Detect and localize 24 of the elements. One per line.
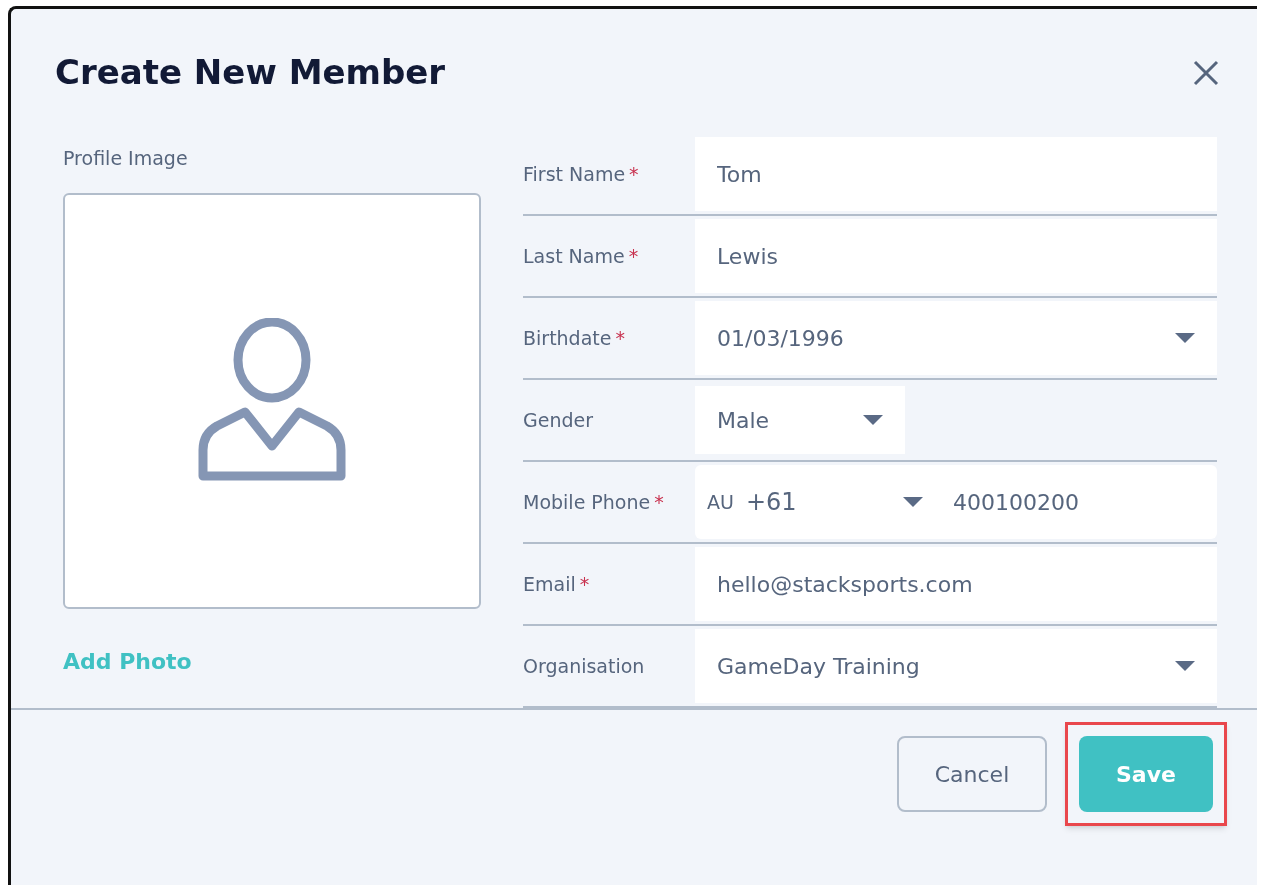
- caret-icon: [1175, 333, 1195, 343]
- profile-image-label: Profile Image: [63, 146, 189, 171]
- select-field[interactable]: Male: [695, 386, 905, 454]
- select-field[interactable]: GameDay Training: [695, 629, 1217, 703]
- caret-icon: [903, 497, 923, 507]
- field-label: First Name *: [523, 162, 640, 187]
- field-label: Email *: [523, 572, 591, 597]
- close-icon[interactable]: [1193, 59, 1219, 86]
- text-field[interactable]: Tom: [695, 137, 1217, 211]
- country-code-select[interactable]: AU +61: [695, 465, 935, 539]
- field-label: Organisation: [523, 654, 646, 679]
- text-field[interactable]: Lewis: [695, 219, 1217, 293]
- field-label: Last Name *: [523, 244, 640, 269]
- field-label: Mobile Phone *: [523, 490, 665, 515]
- cancel-button[interactable]: Cancel: [897, 736, 1047, 812]
- text-field[interactable]: hello@stacksports.com: [695, 547, 1217, 621]
- field-label: Birthdate *: [523, 326, 626, 351]
- phone-field[interactable]: AU +61 400100200: [695, 465, 1217, 539]
- person-icon: [197, 317, 347, 484]
- field-label: Gender: [523, 408, 595, 433]
- select-field[interactable]: 01/03/1996: [695, 301, 1217, 375]
- dialog-title: Create New Member: [55, 51, 446, 94]
- caret-icon: [1175, 661, 1195, 671]
- caret-icon: [863, 415, 883, 425]
